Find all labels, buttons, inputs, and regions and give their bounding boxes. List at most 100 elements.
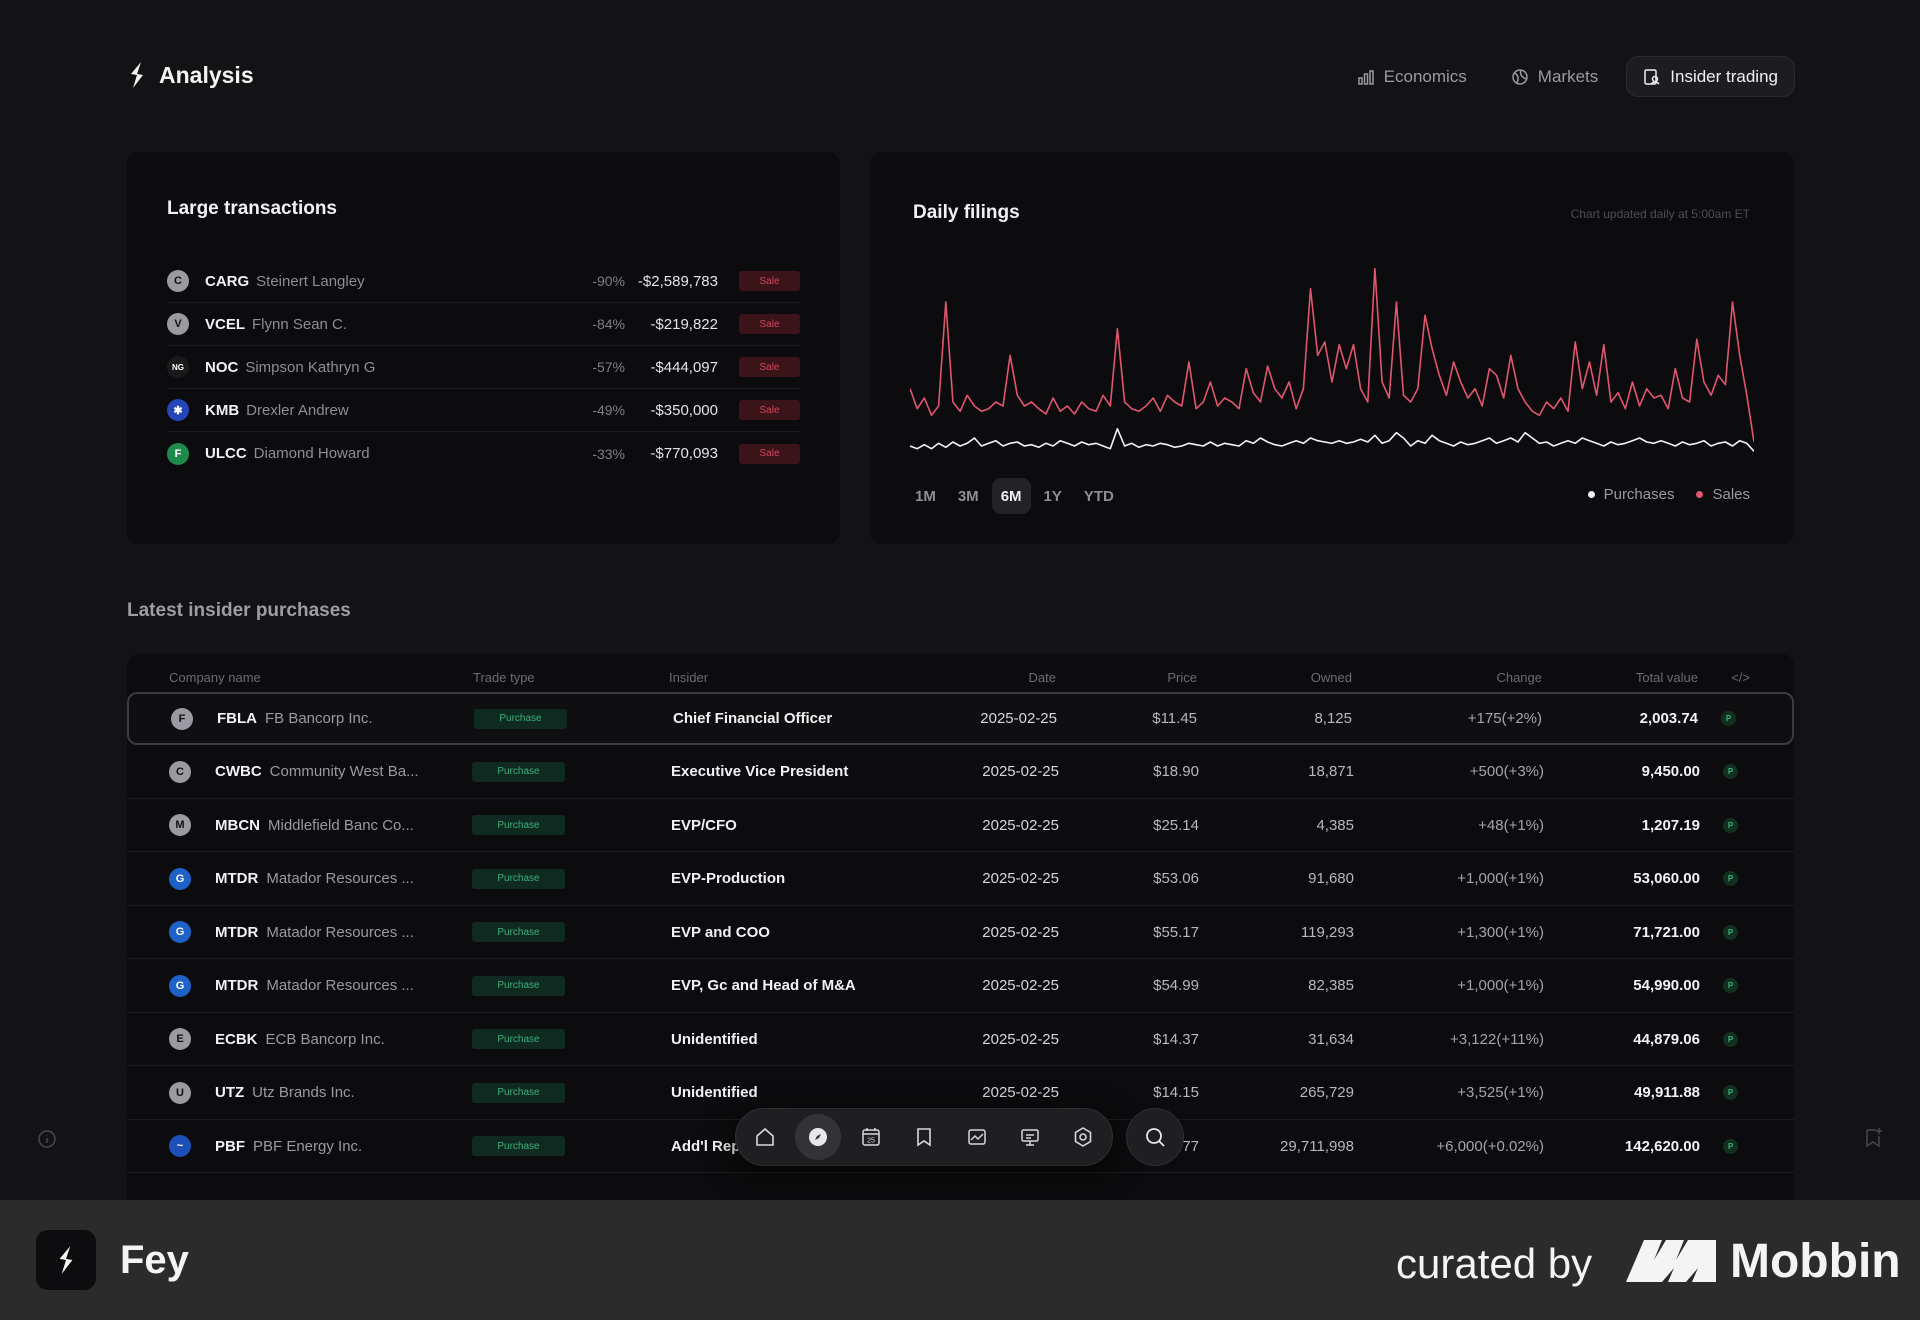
company-logo-icon: G: [169, 974, 191, 997]
ticker: UTZ: [215, 1084, 245, 1101]
chart-update-note: Chart updated daily at 5:00am ET: [1570, 207, 1750, 221]
range-tab-ytd[interactable]: YTD: [1075, 478, 1123, 514]
embed-cell[interactable]: P: [1723, 1120, 1738, 1172]
embed-cell[interactable]: P: [1723, 853, 1738, 905]
col-company-name[interactable]: Company name: [169, 670, 261, 685]
ticker-cell: UTZ Utz Brands Inc.: [215, 1067, 355, 1119]
nav-markets[interactable]: Markets: [1495, 56, 1614, 97]
transaction-row[interactable]: V VCEL Flynn Sean C. -84% -$219,822 Sale: [167, 303, 800, 346]
total-value-cell: 53,060.00: [1633, 870, 1700, 887]
embed-cell[interactable]: P: [1723, 1013, 1738, 1065]
trade-type-cell: Purchase: [472, 1013, 565, 1065]
dock-calendar-button[interactable]: 25: [848, 1114, 894, 1160]
transaction-value: -$350,000: [650, 401, 718, 419]
price-cell: $55.17: [1153, 923, 1199, 941]
transaction-value: -$444,097: [650, 358, 718, 376]
embed-cell[interactable]: P: [1723, 746, 1738, 798]
owned-cell: 8,125: [1314, 710, 1352, 727]
insider-title: Unidentified: [671, 1084, 758, 1101]
embed-cell[interactable]: P: [1723, 960, 1738, 1012]
embed-cell[interactable]: P: [1721, 694, 1736, 743]
change-percent: -33%: [592, 445, 625, 462]
date-cell: 2025-02-25: [982, 870, 1059, 887]
dock-bookmarks-button[interactable]: [901, 1114, 947, 1160]
bar-chart-icon: [1357, 69, 1374, 85]
company-logo-cell: F: [171, 694, 193, 743]
dock-settings-button[interactable]: [1060, 1114, 1106, 1160]
table-row[interactable]: M MBCN Middlefield Banc Co... Purchase EVP/C…: [127, 799, 1794, 852]
range-tab-6m[interactable]: 6M: [991, 478, 1031, 514]
insider-title: Executive Vice President: [671, 763, 849, 780]
total-value-cell: 54,990.00: [1633, 977, 1700, 994]
embed-cell[interactable]: P: [1723, 906, 1738, 958]
bookmark-add-icon[interactable]: [1863, 1127, 1883, 1149]
trade-type-cell: Purchase: [474, 694, 567, 743]
transaction-row[interactable]: NG NOC Simpson Kathryn G -57% -$444,097 Sale: [167, 346, 800, 389]
purchase-badge: Purchase: [472, 868, 565, 889]
col-total-value[interactable]: Total value: [1636, 670, 1698, 685]
col-trade-type[interactable]: Trade type: [473, 670, 535, 685]
purchase-badge: Purchase: [474, 708, 567, 729]
embed-cell[interactable]: P: [1723, 799, 1738, 851]
daily-filings-panel: Daily filings Chart updated daily at 5:0…: [870, 152, 1794, 544]
home-icon: [756, 1127, 774, 1146]
insider-name: Drexler Andrew: [246, 401, 349, 419]
purchase-badge: Purchase: [472, 815, 565, 835]
change-cell: +6,000(+0.02%): [1436, 1137, 1544, 1155]
company-logo-cell: E: [169, 1013, 191, 1065]
price-cell: $11.45: [1152, 710, 1197, 727]
embed-cell[interactable]: P: [1723, 1067, 1738, 1119]
ticker: MTDR: [215, 870, 259, 887]
transaction-row[interactable]: F ULCC Diamond Howard -33% -$770,093 Sale: [167, 432, 800, 475]
transaction-row[interactable]: ✱ KMB Drexler Andrew -49% -$350,000 Sale: [167, 389, 800, 432]
insider-name: Steinert Langley: [256, 272, 365, 290]
ticker: VCEL: [205, 315, 246, 333]
purchase-badge: Purchase: [472, 975, 565, 996]
dock-presentation-button[interactable]: [1007, 1114, 1053, 1160]
purchase-badge: Purchase: [472, 761, 565, 782]
company-name: Community West Ba...: [269, 763, 419, 780]
brand[interactable]: Analysis: [127, 60, 254, 90]
col-date[interactable]: Date: [1029, 670, 1056, 685]
person-doc-icon: [1644, 68, 1660, 85]
table-row[interactable]: G MTDR Matador Resources ... Purchase EVP-Pr…: [127, 853, 1794, 906]
range-tab-3m[interactable]: 3M: [949, 478, 988, 514]
table-row[interactable]: G MTDR Matador Resources ... Purchase EVP, G…: [127, 960, 1794, 1013]
ticker: MBCN: [215, 816, 260, 834]
range-tab-1y[interactable]: 1Y: [1035, 478, 1071, 514]
ticker: PBF: [215, 1137, 245, 1155]
table-row[interactable]: G MTDR Matador Resources ... Purchase EVP an…: [127, 906, 1794, 959]
dock-home-button[interactable]: [742, 1114, 788, 1160]
daily-filings-chart: [910, 267, 1754, 452]
table-row[interactable]: E ECBK ECB Bancorp Inc. Purchase Unidentifie…: [127, 1013, 1794, 1066]
col-embed-code[interactable]: </>: [1731, 670, 1750, 685]
col-owned[interactable]: Owned: [1311, 670, 1352, 685]
price-cell: $18.90: [1153, 763, 1199, 780]
dock-search-button[interactable]: [1126, 1108, 1184, 1166]
col-change[interactable]: Change: [1496, 670, 1542, 685]
date-cell: 2025-02-25: [982, 977, 1059, 994]
nav-markets-label: Markets: [1537, 66, 1599, 86]
daily-filings-title: Daily filings: [913, 202, 1020, 223]
table-row[interactable]: C CWBC Community West Ba... Purchase Executi…: [127, 746, 1794, 799]
col-price[interactable]: Price: [1167, 670, 1197, 685]
purchase-badge: Purchase: [472, 1136, 565, 1156]
dock-charts-button[interactable]: [954, 1114, 1000, 1160]
nav-insider-trading[interactable]: Insider trading: [1626, 56, 1795, 97]
ticker: MTDR: [215, 977, 259, 994]
top-nav: Economics Markets Insider trading: [1341, 56, 1795, 97]
range-tab-1m[interactable]: 1M: [906, 478, 945, 514]
series-line-sales: [910, 267, 1754, 443]
table-row[interactable]: F FBLA FB Bancorp Inc. Purchase Chief Financ…: [127, 692, 1794, 745]
info-icon[interactable]: [37, 1129, 57, 1149]
ticker-cell: MTDR Matador Resources ...: [215, 853, 414, 905]
nav-economics[interactable]: Economics: [1341, 56, 1483, 97]
owned-cell: 4,385: [1316, 816, 1354, 834]
ticker-cell: FBLA FB Bancorp Inc.: [217, 694, 373, 743]
company-name: Matador Resources ...: [266, 923, 414, 941]
change-cell: +500(+3%): [1469, 763, 1544, 780]
dock-explore-button[interactable]: [795, 1114, 841, 1160]
transaction-row[interactable]: C CARG Steinert Langley -90% -$2,589,783 Sale: [167, 260, 800, 303]
col-insider[interactable]: Insider: [669, 670, 708, 685]
company-logo-icon: U: [169, 1081, 191, 1104]
